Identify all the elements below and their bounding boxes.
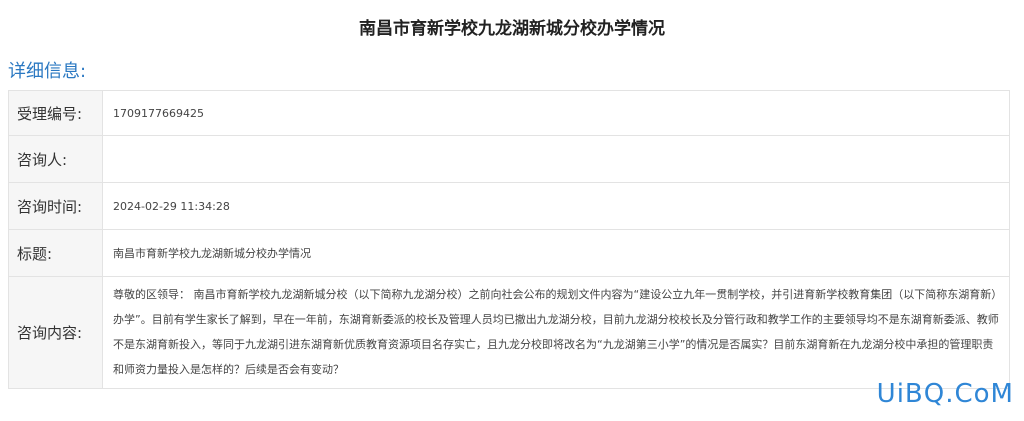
row-inquiry-content: 咨询内容: 尊敬的区领导： 南昌市育新学校九龙湖新城分校（以下简称九龙湖分校）之… <box>8 276 1010 389</box>
acceptance-number-label: 受理编号: <box>8 90 103 136</box>
inquirer-label: 咨询人: <box>8 135 103 183</box>
inquirer-value <box>102 135 1010 183</box>
inquiry-time-value: 2024-02-29 11:34:28 <box>102 182 1010 230</box>
row-acceptance-number: 受理编号: 1709177669425 <box>8 90 1010 136</box>
watermark-logo: UiBQ.CoM <box>876 379 1014 409</box>
inquiry-content-label: 咨询内容: <box>8 276 103 389</box>
page-title: 南昌市育新学校九龙湖新城分校办学情况 <box>359 19 665 39</box>
detail-table: 受理编号: 1709177669425 咨询人: 咨询时间: 2024-02-2… <box>8 90 1010 389</box>
row-inquirer: 咨询人: <box>8 135 1010 183</box>
subject-label: 标题: <box>8 229 103 277</box>
acceptance-number-value: 1709177669425 <box>102 90 1010 136</box>
subject-value: 南昌市育新学校九龙湖新城分校办学情况 <box>102 229 1010 277</box>
row-subject: 标题: 南昌市育新学校九龙湖新城分校办学情况 <box>8 229 1010 277</box>
row-inquiry-time: 咨询时间: 2024-02-29 11:34:28 <box>8 182 1010 230</box>
section-title: 详细信息: <box>8 61 87 82</box>
inquiry-content-value: 尊敬的区领导： 南昌市育新学校九龙湖新城分校（以下简称九龙湖分校）之前向社会公布… <box>102 276 1010 389</box>
inquiry-time-label: 咨询时间: <box>8 182 103 230</box>
